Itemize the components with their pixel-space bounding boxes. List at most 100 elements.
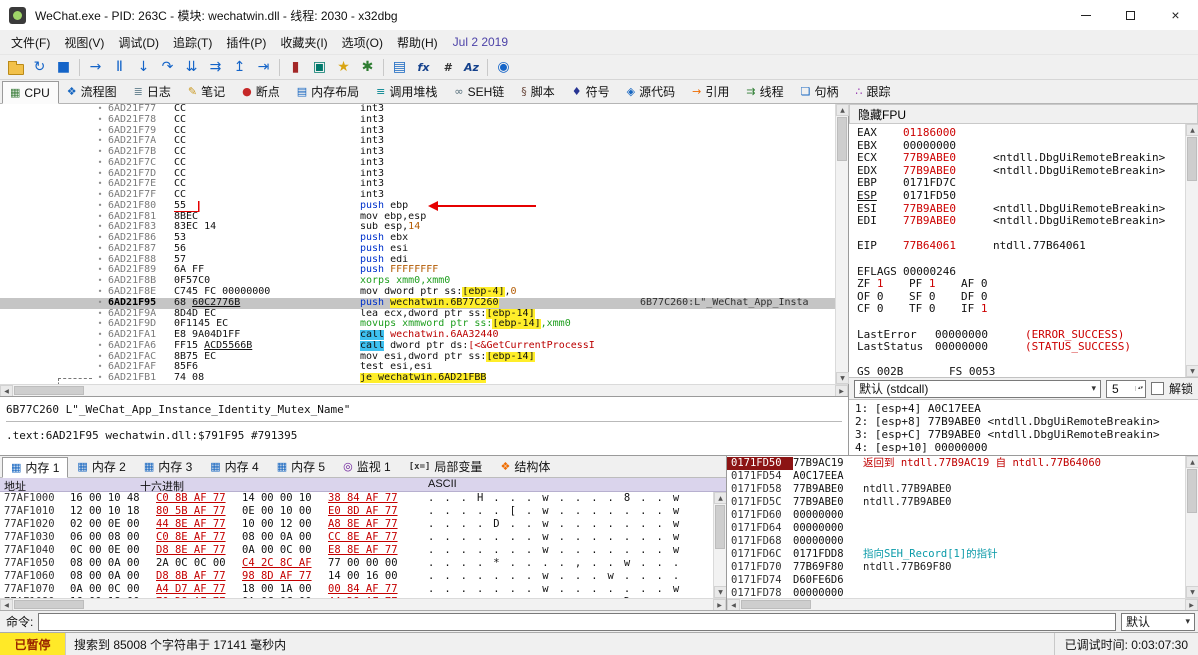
tab-breakpoints[interactable]: ● 断点 (234, 80, 289, 103)
tab-trace[interactable]: ∴ 跟踪 (848, 80, 900, 103)
register-row[interactable]: EFLAGS 00000246 (857, 265, 1185, 279)
stack-row[interactable]: 0171FD58 77B9ABE0 ntdll.77B9ABE0 (727, 483, 1185, 496)
scroll-track[interactable] (714, 550, 726, 586)
scroll-up-icon[interactable]: ▲ (836, 104, 849, 116)
hash-icon[interactable]: # (436, 56, 459, 78)
breakpoint-dot[interactable]: • (92, 222, 108, 233)
disassembly-view[interactable]: • 6AD21F77 CC int3 • 6AD21F78 CC int3 • 6AD21F79 C… (0, 104, 835, 384)
scroll-up-icon[interactable]: ▲ (1186, 124, 1198, 136)
maximize-button[interactable] (1108, 0, 1153, 30)
scroll-track[interactable] (85, 599, 713, 610)
register-row[interactable]: EIP 77B64061 ntdll.77B64061 (857, 240, 1185, 253)
scroll-track[interactable] (836, 162, 848, 372)
tab-dump-3[interactable]: ▦ 内存 3 (135, 456, 201, 477)
breakpoint-dot[interactable]: • (92, 287, 108, 298)
dump-vscrollbar[interactable]: ▲ ▼ (713, 492, 726, 598)
scroll-thumb[interactable] (837, 117, 847, 161)
tab-symbols[interactable]: ♦ 符号 (564, 80, 619, 103)
tab-locals[interactable]: [x=] 局部变量 (400, 456, 492, 477)
tab-dump-5[interactable]: ▦ 内存 5 (268, 456, 334, 477)
breakpoint-dot[interactable]: • (92, 373, 108, 384)
menu-item[interactable]: 插件(P) (219, 30, 273, 55)
scroll-thumb[interactable] (1187, 137, 1197, 181)
trace-over-icon[interactable]: ⇉ (204, 56, 227, 78)
disasm-row[interactable]: • 6AD21FB1 74 08 je wechatwin.6AD21FBB (0, 372, 835, 384)
breakpoint-dot[interactable]: • (92, 319, 108, 330)
disasm-vscrollbar[interactable]: ▲ ▼ (835, 104, 849, 384)
flag-if[interactable]: IF 1 (961, 303, 1013, 316)
breakpoint-dot[interactable]: • (92, 330, 108, 341)
minimize-button[interactable] (1063, 0, 1108, 30)
tab-script[interactable]: § 脚本 (513, 80, 564, 103)
registers-vscrollbar[interactable]: ▲ ▼ (1185, 124, 1198, 377)
breakpoint-dot[interactable]: • (92, 309, 108, 320)
breakpoint-dot[interactable]: • (92, 212, 108, 223)
argument-row[interactable]: 2: [esp+8] 77B9ABE0 <ntdll.DbgUiRemoteBr… (855, 415, 1198, 428)
text-search-icon[interactable]: Az (460, 56, 483, 78)
menu-item[interactable]: 视图(V) (57, 30, 111, 55)
argument-row[interactable]: 1: [esp+4] A0C17EEA (855, 402, 1198, 415)
tab-threads[interactable]: ⇉ 线程 (738, 80, 792, 103)
disasm-row[interactable]: • 6AD21FA6 FF15 ACD5566B call dword ptr ds:… (0, 340, 835, 352)
tab-dump-1[interactable]: ▦ 内存 1 (2, 457, 69, 478)
scroll-thumb[interactable] (1187, 469, 1197, 513)
dump-row[interactable]: 77AF1030 06 00 08 00 C0 8E AF 77 08 00 0A 0… (0, 531, 713, 544)
tab-source[interactable]: ◈ 源代码 (619, 80, 684, 103)
breakpoint-dot[interactable]: • (92, 190, 108, 201)
unlock-checkbox[interactable] (1150, 382, 1164, 395)
breakpoint-dot[interactable]: • (92, 276, 108, 287)
trace-into-icon[interactable]: ⇊ (180, 56, 203, 78)
tab-handles[interactable]: ❏ 句柄 (793, 80, 848, 103)
spinner-arrows-icon[interactable]: ▴▾ (1134, 386, 1145, 391)
breakpoint-dot[interactable]: • (92, 244, 108, 255)
pause-icon[interactable]: Ⅱ (108, 56, 131, 78)
scroll-thumb[interactable] (741, 600, 811, 609)
memory-map-icon[interactable]: ▤ (388, 56, 411, 78)
stack-row[interactable]: 0171FD68 00000000 (727, 535, 1185, 548)
tab-memory-map[interactable]: ▤ 内存布局 (289, 80, 368, 103)
patch-icon[interactable]: ▮ (284, 56, 307, 78)
dump-row[interactable]: 77AF1000 16 00 10 48 C0 8B AF 77 14 00 00 1… (0, 492, 713, 505)
flag-cf[interactable]: CF 0 (857, 303, 909, 316)
tab-call-stack[interactable]: ≡ 调用堆栈 (368, 80, 446, 103)
tab-seh[interactable]: ∞ SEH链 (446, 80, 513, 103)
stack-row[interactable]: 0171FD50 77B9AC19 返回到 ntdll.77B9AC19 自 ntd… (727, 457, 1185, 470)
breakpoint-dot[interactable]: • (92, 265, 108, 276)
scroll-thumb[interactable] (14, 600, 84, 609)
register-row[interactable]: EDI 77B9ABE0 <ntdll.DbgUiRemoteBreakin> (857, 214, 1185, 228)
functions-icon[interactable]: fx (412, 56, 435, 78)
tab-watch-1[interactable]: ◎ 监视 1 (334, 456, 400, 477)
settings-icon[interactable]: ✱ (356, 56, 379, 78)
argument-row[interactable]: 4: [esp+10] 00000000 (855, 441, 1198, 454)
arg-count-spinner[interactable]: 5 ▴▾ (1105, 379, 1146, 398)
calling-convention-select[interactable]: 默认 (stdcall) ▾ (854, 379, 1101, 398)
tab-notes[interactable]: ✎ 笔记 (180, 80, 234, 103)
favorites-icon[interactable]: ★ (332, 56, 355, 78)
menu-item[interactable]: 帮助(H) (390, 30, 445, 55)
breakpoint-dot[interactable]: • (92, 158, 108, 169)
snapshot-icon[interactable]: ▣ (308, 56, 331, 78)
scroll-up-icon[interactable]: ▲ (1186, 456, 1198, 468)
tab-struct[interactable]: ❖ 结构体 (491, 456, 559, 477)
stop-icon[interactable]: ■ (52, 56, 75, 78)
tab-dump-4[interactable]: ▦ 内存 4 (201, 456, 267, 477)
command-profile-select[interactable]: 默认 ▾ (1121, 612, 1195, 631)
scroll-thumb[interactable] (715, 505, 725, 549)
menu-item[interactable]: 追踪(T) (166, 30, 219, 55)
stack-row[interactable]: 0171FD64 00000000 (727, 522, 1185, 535)
run-to-user-code-icon[interactable]: ⇥ (252, 56, 275, 78)
dump-row[interactable]: 77AF1050 08 00 0A 00 2A 0C 0C 00 C4 2C 8C A… (0, 557, 713, 570)
globe-icon[interactable]: ◉ (492, 56, 515, 78)
command-input[interactable] (38, 612, 1116, 631)
tab-log[interactable]: ≣ 日志 (126, 80, 180, 103)
dump-hscrollbar[interactable]: ◀ ▶ (0, 598, 726, 611)
stack-table[interactable]: 0171FD50 77B9AC19 返回到 ntdll.77B9AC19 自 ntd… (727, 456, 1185, 598)
breakpoint-dot[interactable]: • (92, 179, 108, 190)
dump-row[interactable]: 77AF1020 02 00 0E 00 44 8E AF 77 10 00 12 0… (0, 518, 713, 531)
step-over-icon[interactable]: ↷ (156, 56, 179, 78)
close-button[interactable]: × (1153, 0, 1198, 30)
breakpoint-dot[interactable]: • (92, 233, 108, 244)
breakpoint-dot[interactable]: • (92, 147, 108, 158)
breakpoint-dot[interactable]: • (92, 104, 108, 115)
breakpoint-dot[interactable]: • (92, 255, 108, 266)
